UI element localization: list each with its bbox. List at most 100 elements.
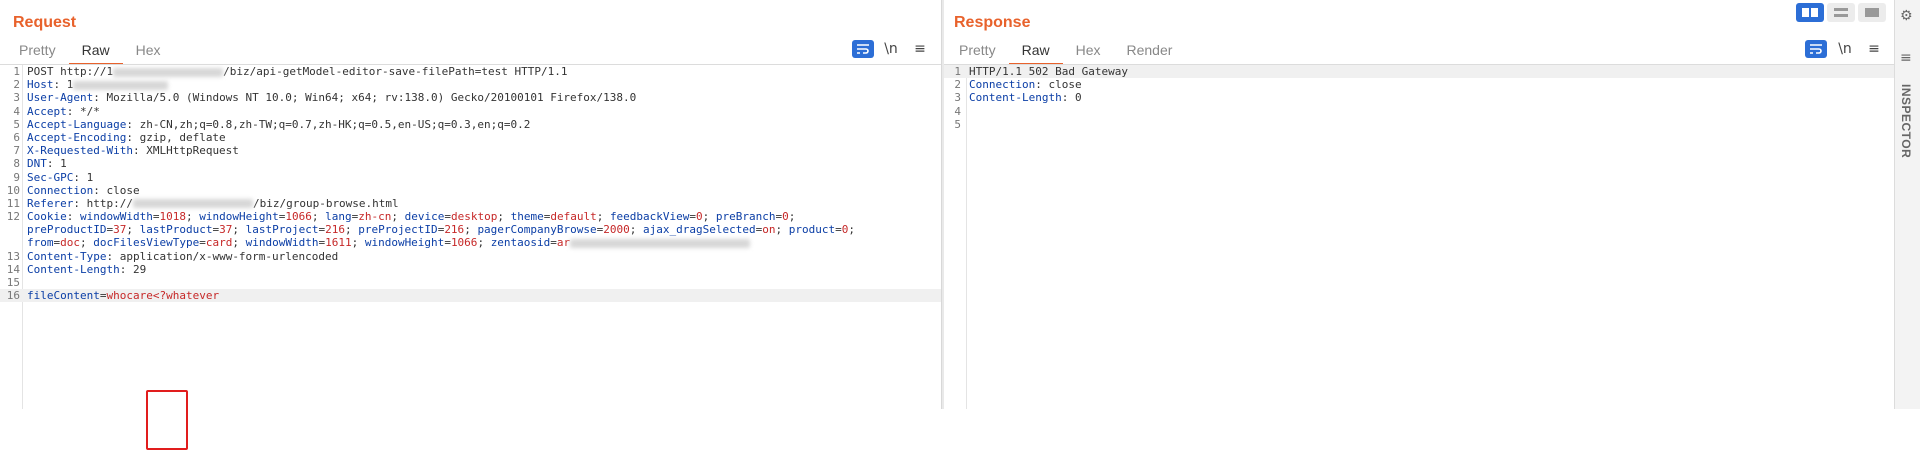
text-fragment: : 1: [53, 78, 74, 92]
text-fragment: HTTP/1.1 502 Bad Gateway: [969, 65, 1128, 78]
code-line[interactable]: 16 fileContent=whocare<?whatever: [0, 289, 941, 303]
text-fragment: : application/x-www-form-urlencoded: [106, 249, 339, 263]
cookie-value: card: [205, 236, 233, 250]
line-number: 13: [6, 249, 20, 263]
line-number: 3: [13, 91, 20, 105]
line-number: 8: [13, 157, 20, 171]
code-line[interactable]: 7 X-Requested-With: XMLHttpRequest: [0, 144, 941, 157]
tab-raw[interactable]: Raw: [1008, 40, 1063, 65]
cookie-value: 1066: [450, 236, 478, 250]
text-fragment: ;: [464, 223, 478, 237]
code-line[interactable]: 5 Accept-Language: zh-CN,zh;q=0.8,zh-TW;q…: [0, 118, 941, 131]
menu-icon[interactable]: ≡: [909, 40, 931, 58]
code-line[interactable]: 15: [0, 276, 941, 289]
tab-raw[interactable]: Raw: [68, 40, 123, 65]
code-line[interactable]: 5: [944, 118, 1894, 131]
cookie-name: device: [404, 210, 445, 224]
menu-icon[interactable]: ≡: [1863, 40, 1885, 58]
cookie-value: 1611: [325, 236, 352, 250]
cookie-name: feedbackView: [609, 210, 690, 224]
text-fragment: : 0: [1061, 91, 1082, 105]
cookie-name: windowHeight: [199, 210, 279, 224]
code-line[interactable]: 14 Content-Length: 29: [0, 263, 941, 276]
code-line[interactable]: 11 Referer: http:// /biz/group-browse.html: [0, 197, 941, 210]
line-text: from=doc; docFilesViewType=card; windowW…: [27, 236, 751, 250]
line-text: Content-Type: application/x-www-form-url…: [27, 250, 338, 263]
header-name: Connection: [969, 78, 1036, 92]
request-lines: 1 POST http://1/biz/api-getModel-editor-s…: [0, 65, 941, 303]
wrap-lines-icon[interactable]: [852, 40, 874, 58]
text-fragment: ;: [477, 236, 491, 250]
text-fragment: : zh-CN,zh;q=0.8,zh-TW;q=0.7,zh-HK;q=0.5…: [126, 117, 531, 131]
redacted-text: [570, 238, 751, 248]
text-fragment: POST http://1: [27, 65, 114, 78]
tab-hex[interactable]: Hex: [1063, 40, 1114, 63]
line-text: User-Agent: Mozilla/5.0 (Windows NT 10.0…: [27, 91, 636, 104]
highlight-box: [146, 390, 188, 450]
single-pane-layout-button[interactable]: [1858, 3, 1886, 22]
code-line[interactable]: 12 Cookie: windowWidth = 1018; windowHeight…: [0, 210, 941, 223]
cookie-value: 0: [782, 210, 789, 224]
split-vertical-layout-button[interactable]: [1827, 3, 1855, 22]
header-name: Cookie: [27, 210, 67, 224]
newline-toggle-button[interactable]: \n: [1834, 40, 1856, 58]
text-fragment: : close: [1035, 78, 1082, 92]
code-line[interactable]: 2 Host: 1: [0, 78, 941, 91]
header-name: DNT: [27, 157, 47, 171]
code-line[interactable]: 10 Connection: close: [0, 184, 941, 197]
line-number: 2: [13, 78, 20, 92]
line-number: 7: [13, 144, 20, 158]
menu-icon[interactable]: ≡: [1900, 50, 1912, 66]
code-line[interactable]: 8 DNT: 1: [0, 157, 941, 170]
cookie-value: ar: [556, 236, 571, 250]
code-line[interactable]: 6 Accept-Encoding: gzip, deflate: [0, 131, 941, 144]
code-line[interactable]: 13 Content-Type: application/x-www-form-u…: [0, 250, 941, 263]
code-line[interactable]: preProductID=37; lastProduct=37; lastPro…: [0, 223, 941, 236]
text-fragment: =: [444, 236, 451, 250]
inspector-tab[interactable]: INSPECTOR: [1899, 84, 1913, 158]
header-name: Connection: [27, 183, 94, 197]
newline-toggle-button[interactable]: \n: [880, 40, 902, 58]
gear-icon[interactable]: ⚙: [1900, 8, 1913, 24]
header-name: Accept-Language: [27, 117, 127, 131]
text-fragment: ;: [391, 210, 405, 224]
code-line[interactable]: 3 User-Agent: Mozilla/5.0 (Windows NT 10.…: [0, 91, 941, 104]
line-text: Content-Length: 0: [969, 91, 1082, 104]
header-name: User-Agent: [27, 91, 94, 105]
cookie-value: default: [550, 210, 597, 224]
tab-pretty[interactable]: Pretty: [946, 40, 1009, 63]
code-line[interactable]: 1 POST http://1/biz/api-getModel-editor-s…: [0, 65, 941, 78]
tab-pretty[interactable]: Pretty: [6, 40, 69, 63]
line-text: Accept: */*: [27, 105, 100, 118]
cookie-value: 37: [219, 223, 233, 237]
cookie-name: fileContent: [27, 289, 100, 303]
redacted-text: [73, 80, 169, 90]
code-line[interactable]: 2 Connection: close: [944, 78, 1894, 91]
line-number: 14: [6, 262, 20, 276]
text-fragment: ;: [497, 210, 511, 224]
code-line[interactable]: 4 Accept: */*: [0, 105, 941, 118]
text-fragment: : 1: [73, 170, 94, 184]
text-fragment: :: [66, 210, 80, 224]
tab-hex[interactable]: Hex: [123, 40, 174, 63]
line-number: 3: [954, 91, 961, 105]
text-fragment: ;: [775, 223, 789, 237]
line-text: Accept-Encoding: gzip, deflate: [27, 131, 226, 144]
line-number: 11: [6, 196, 20, 210]
code-line[interactable]: 1 HTTP/1.1 502 Bad Gateway: [944, 65, 1894, 79]
code-line[interactable]: from=doc; docFilesViewType=card; windowW…: [0, 236, 941, 249]
wrap-lines-icon[interactable]: [1805, 40, 1827, 58]
cookie-name: from: [27, 236, 54, 250]
cookie-name: product: [788, 223, 836, 237]
split-horizontal-layout-button[interactable]: [1796, 3, 1824, 22]
tab-render[interactable]: Render: [1114, 40, 1186, 63]
text-fragment: ;: [232, 236, 246, 250]
code-line[interactable]: 3 Content-Length: 0: [944, 91, 1894, 104]
cookie-name: preProjectID: [358, 223, 438, 237]
request-editor[interactable]: 1 POST http://1/biz/api-getModel-editor-s…: [0, 65, 941, 450]
code-line[interactable]: 9 Sec-GPC: 1: [0, 171, 941, 184]
code-line[interactable]: 4: [944, 105, 1894, 118]
text-fragment: ;: [344, 223, 359, 237]
response-editor[interactable]: 1 HTTP/1.1 502 Bad Gateway 2 Connection: cl…: [944, 65, 1894, 409]
line-text: Sec-GPC: 1: [27, 171, 93, 184]
